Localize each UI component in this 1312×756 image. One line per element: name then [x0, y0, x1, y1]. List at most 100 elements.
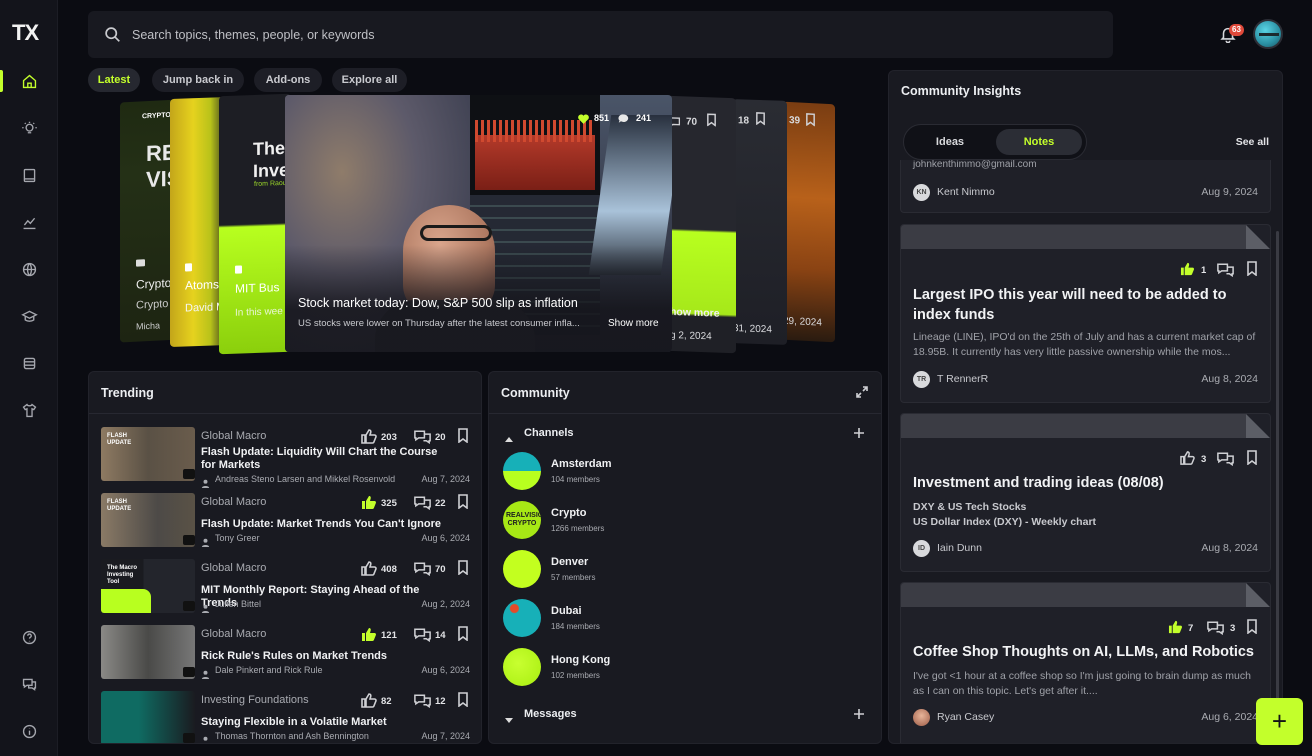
comment-icon[interactable]: [413, 429, 431, 445]
trending-item[interactable]: The Macro Investing Tool Global Macro 408 7…: [89, 559, 481, 621]
filter-latest[interactable]: Latest: [88, 68, 140, 92]
show-more-link[interactable]: how more: [670, 306, 720, 320]
like-icon[interactable]: [361, 495, 377, 511]
filter-jump-back-in[interactable]: Jump back in: [152, 68, 244, 92]
featured-title[interactable]: Stock market today: Dow, S&P 500 slip as…: [298, 296, 578, 310]
trending-title[interactable]: Flash Update: Market Trends You Can't Ig…: [201, 518, 451, 531]
comment-icon[interactable]: [413, 693, 431, 709]
bookmark-icon[interactable]: [457, 494, 471, 510]
bookmark-icon[interactable]: [755, 112, 766, 126]
trending-thumbnail[interactable]: FLASH UPDATE: [101, 427, 195, 481]
channel-item-hong-kong[interactable]: Hong Kong 102 members: [501, 648, 801, 692]
insight-title[interactable]: Largest IPO this year will need to be ad…: [913, 285, 1263, 325]
channel-item-denver[interactable]: Denver 57 members: [501, 550, 801, 594]
like-icon[interactable]: [1168, 620, 1183, 634]
insight-card[interactable]: 1 Largest IPO this year will need to be …: [900, 224, 1271, 403]
insight-title[interactable]: Coffee Shop Thoughts on AI, LLMs, and Ro…: [913, 642, 1270, 662]
trending-category[interactable]: Global Macro: [201, 562, 266, 574]
expand-icon[interactable]: [855, 385, 869, 399]
channels-label[interactable]: Channels: [524, 427, 574, 439]
insight-card[interactable]: 7 3 Coffee Shop Thoughts on AI, LLMs, an…: [900, 582, 1271, 743]
comment-icon[interactable]: [1216, 451, 1236, 467]
logo[interactable]: TX: [12, 20, 39, 46]
trending-category[interactable]: Global Macro: [201, 628, 266, 640]
channel-item-amsterdam[interactable]: Amsterdam 104 members: [501, 452, 801, 496]
library-book-icon[interactable]: [19, 165, 39, 185]
featured-show-more[interactable]: Show more: [608, 318, 659, 329]
archive-icon[interactable]: [19, 353, 39, 373]
trending-thumbnail[interactable]: FLASH UPDATE: [101, 493, 195, 547]
globe-icon[interactable]: [19, 259, 39, 279]
comment-icon[interactable]: [413, 627, 431, 643]
bookmark-icon[interactable]: [457, 626, 471, 642]
add-message-icon[interactable]: [853, 707, 865, 719]
trending-thumbnail[interactable]: [101, 691, 195, 743]
trending-item[interactable]: FLASH UPDATE Global Macro 325 22 Flash Updat…: [89, 493, 481, 555]
see-all-link[interactable]: See all: [1236, 136, 1269, 148]
chat-icon[interactable]: [19, 674, 39, 694]
like-icon[interactable]: [361, 429, 377, 445]
tab-ideas[interactable]: Ideas: [908, 129, 992, 155]
carousel-card-right-1[interactable]: 70 how more g 2, 2024: [666, 95, 736, 354]
search-bar[interactable]: [88, 11, 1113, 58]
bookmark-icon[interactable]: [805, 113, 816, 127]
carousel-card-right-2[interactable]: 18 31, 2024: [733, 99, 787, 345]
trending-category[interactable]: Global Macro: [201, 430, 266, 442]
trending-title[interactable]: Rick Rule's Rules on Market Trends: [201, 650, 451, 663]
insights-list[interactable]: johnkenthimmo@gmail.com KN Kent Nimmo Au…: [889, 160, 1282, 743]
trending-item[interactable]: Global Macro 121 14 Rick Rule's Rules on Ma…: [89, 625, 481, 687]
comment-icon[interactable]: [413, 495, 431, 511]
add-channel-icon[interactable]: [853, 426, 865, 438]
insight-card[interactable]: 3 Investment and trading ideas (08/08) D…: [900, 413, 1271, 572]
help-icon[interactable]: [19, 627, 39, 647]
info-icon[interactable]: [19, 721, 39, 741]
messages-label[interactable]: Messages: [524, 708, 577, 720]
channel-item-crypto[interactable]: REALVISION CRYPTO Crypto 1266 members: [501, 501, 801, 545]
trending-title[interactable]: Flash Update: Liquidity Will Chart the C…: [201, 446, 451, 472]
filter-add-ons[interactable]: Add-ons: [254, 68, 322, 92]
channel-item-dubai[interactable]: Dubai 184 members: [501, 599, 801, 643]
carousel-card-right-3[interactable]: 39 29, 2024: [783, 101, 835, 343]
like-heart-icon[interactable]: [577, 112, 591, 124]
bookmark-icon[interactable]: [1246, 261, 1258, 277]
bookmark-icon[interactable]: [1246, 450, 1258, 466]
bookmark-icon[interactable]: [706, 113, 717, 127]
trending-thumbnail[interactable]: The Macro Investing Tool: [101, 559, 195, 613]
featured-card[interactable]: 851 241 Stock market today: Dow, S&P 500…: [285, 95, 672, 352]
insight-card-partial[interactable]: johnkenthimmo@gmail.com KN Kent Nimmo Au…: [900, 160, 1271, 213]
insights-scrollbar[interactable]: [1276, 231, 1279, 701]
filter-explore-all[interactable]: Explore all: [332, 68, 407, 92]
create-fab-button[interactable]: +: [1256, 698, 1303, 745]
tab-notes[interactable]: Notes: [996, 129, 1082, 155]
trending-category[interactable]: Global Macro: [201, 496, 266, 508]
comment-icon[interactable]: [1216, 262, 1236, 278]
like-icon[interactable]: [361, 627, 377, 643]
comment-icon[interactable]: [1206, 620, 1226, 636]
insight-title[interactable]: Investment and trading ideas (08/08): [913, 473, 1263, 493]
user-avatar[interactable]: [1253, 19, 1283, 49]
bookmark-icon[interactable]: [1246, 619, 1258, 635]
bookmark-icon[interactable]: [457, 692, 471, 708]
trending-thumbnail[interactable]: [101, 625, 195, 679]
comment-icon[interactable]: [413, 561, 431, 577]
carousel-card-left-3[interactable]: The Inve from Raou MIT Bus In this wee: [219, 93, 291, 355]
expand-chevron-icon[interactable]: [505, 711, 513, 723]
bookmark-icon[interactable]: [457, 560, 471, 576]
trending-category[interactable]: Investing Foundations: [201, 694, 309, 706]
trending-item[interactable]: FLASH UPDATE Global Macro 203 20 Flash Updat…: [89, 427, 481, 489]
bookmark-icon[interactable]: [457, 428, 471, 444]
ideas-lightbulb-icon[interactable]: [19, 118, 39, 138]
community-title: Community: [501, 386, 570, 400]
search-input[interactable]: [132, 25, 732, 45]
collapse-chevron-icon[interactable]: [505, 429, 513, 442]
like-icon[interactable]: [361, 693, 377, 709]
education-cap-icon[interactable]: [19, 306, 39, 326]
merch-shirt-icon[interactable]: [19, 400, 39, 420]
like-icon[interactable]: [361, 561, 377, 577]
trending-title[interactable]: Staying Flexible in a Volatile Market: [201, 716, 451, 729]
like-icon[interactable]: [1180, 262, 1195, 276]
like-icon[interactable]: [1180, 451, 1195, 465]
analytics-chart-icon[interactable]: [19, 212, 39, 232]
home-icon[interactable]: [19, 71, 39, 91]
trending-item[interactable]: Investing Foundations 82 12 Staying Flexibl…: [89, 691, 481, 743]
